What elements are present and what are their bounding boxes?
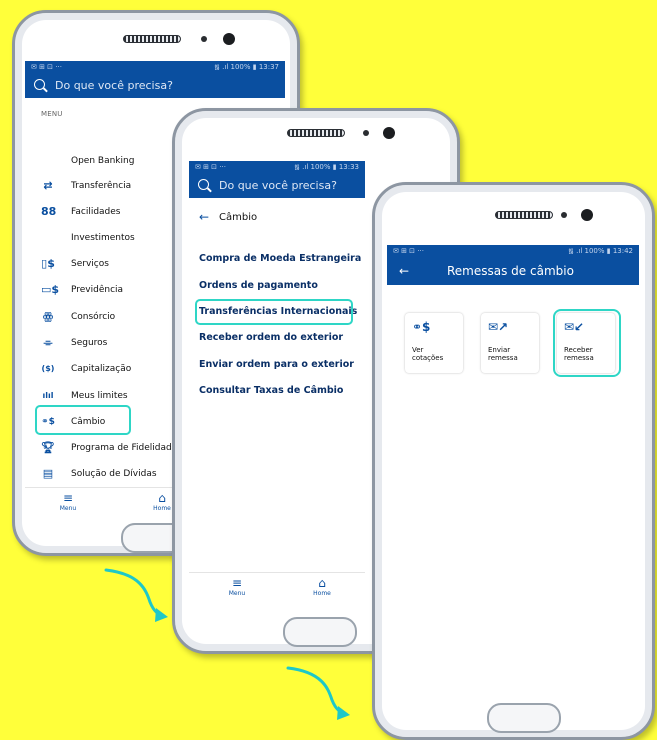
option-receber-ordem[interactable]: Receber ordem do exterior <box>199 332 343 343</box>
card-enviar-remessa[interactable]: ✉↗ Enviar remessa <box>481 313 539 373</box>
home-button <box>487 703 561 733</box>
status-battery-time: ᯾ .ıl 100% ▮ 13:42 <box>567 247 633 255</box>
nav-menu[interactable]: ≡ Menu <box>53 491 83 512</box>
status-icons: ✉ ⊞ ⊡ ··· <box>195 163 226 171</box>
front-camera <box>223 33 235 45</box>
pension-icon: ▭$ <box>41 283 60 296</box>
phone-frame-3: ✉ ⊞ ⊡ ··· ᯾ .ıl 100% ▮ 13:42 ← Remessas … <box>372 182 655 740</box>
currency-exchange-icon: ⚭$ <box>412 320 431 334</box>
send-envelope-icon: ✉↗ <box>488 320 509 334</box>
proximity-sensor <box>561 212 567 218</box>
highlight-cambio <box>35 405 131 435</box>
hamburger-icon: ≡ <box>231 576 243 590</box>
menu-header: MENU <box>41 110 63 118</box>
status-bar: ✉ ⊞ ⊡ ··· ᯾ .ıl 100% ▮ 13:37 <box>25 61 285 73</box>
app-header: ← Remessas de câmbio <box>387 257 639 285</box>
highlight-receber-remessa <box>553 309 621 377</box>
status-bar: ✉ ⊞ ⊡ ··· ᯾ .ıl 100% ▮ 13:42 <box>387 245 639 257</box>
hamburger-icon: ≡ <box>62 491 74 505</box>
highlight-transferencias <box>195 299 353 325</box>
screen-cambio: ✉ ⊞ ⊡ ··· ᯾ .ıl 100% ▮ 13:33 Do que você… <box>189 161 365 601</box>
status-icons: ✉ ⊞ ⊡ ··· <box>31 63 62 71</box>
flow-arrow-2 <box>286 666 350 720</box>
search-icon <box>198 179 209 190</box>
nav-home[interactable]: ⌂ Home <box>307 576 337 597</box>
status-battery-time: ᯾ .ıl 100% ▮ 13:33 <box>293 163 359 171</box>
option-compra-moeda[interactable]: Compra de Moeda Estrangeira <box>199 253 361 264</box>
search-placeholder: Do que você precisa? <box>219 179 337 192</box>
flow-arrow-1 <box>104 568 168 622</box>
nav-menu[interactable]: ≡ Menu <box>222 576 252 597</box>
option-consultar-taxas[interactable]: Consultar Taxas de Câmbio <box>199 385 343 396</box>
back-arrow-icon[interactable]: ← <box>399 257 409 285</box>
speaker-grille <box>123 35 181 43</box>
home-button <box>283 617 357 647</box>
search-icon <box>34 79 45 90</box>
grid-icon: 88 <box>41 205 57 218</box>
front-camera <box>383 127 395 139</box>
home-icon: ⌂ <box>318 576 326 590</box>
status-bar: ✉ ⊞ ⊡ ··· ᯾ .ıl 100% ▮ 13:33 <box>189 161 365 173</box>
proximity-sensor <box>363 130 369 136</box>
bar-chart-icon: ılıl <box>42 391 54 400</box>
screen-remessas: ✉ ⊞ ⊡ ··· ᯾ .ıl 100% ▮ 13:42 ← Remessas … <box>387 245 639 691</box>
option-ordens-pagamento[interactable]: Ordens de pagamento <box>199 280 318 291</box>
speaker-grille <box>495 211 553 219</box>
page-title: Câmbio <box>219 212 258 223</box>
people-icon: ꙮ <box>42 310 54 323</box>
status-icons: ✉ ⊞ ⊡ ··· <box>393 247 424 255</box>
card-ver-cotacoes[interactable]: ⚭$ Ver cotações <box>405 313 463 373</box>
coin-icon: ($) <box>41 364 55 373</box>
services-icon: ▯$ <box>41 257 55 270</box>
search-bar[interactable]: Do que você precisa? <box>189 173 365 198</box>
option-enviar-ordem[interactable]: Enviar ordem para o exterior <box>199 359 354 370</box>
page-header: ← Câmbio <box>189 207 365 227</box>
status-battery-time: ᯾ .ıl 100% ▮ 13:37 <box>213 63 279 71</box>
trophy-icon: 🏆︎ <box>41 441 55 454</box>
bottom-nav: ≡ Menu ⌂ Home <box>189 572 365 601</box>
proximity-sensor <box>201 36 207 42</box>
umbrella-icon: ⌯ <box>43 336 53 349</box>
speaker-grille <box>287 129 345 137</box>
search-bar[interactable]: Do que você precisa? <box>25 73 285 98</box>
page-title: Remessas de câmbio <box>447 264 574 278</box>
back-arrow-icon[interactable]: ← <box>199 210 209 224</box>
search-placeholder: Do que você precisa? <box>55 79 173 92</box>
transfer-icon: ⇄ <box>43 179 53 192</box>
document-icon: ▤ <box>42 467 54 480</box>
front-camera <box>581 209 593 221</box>
